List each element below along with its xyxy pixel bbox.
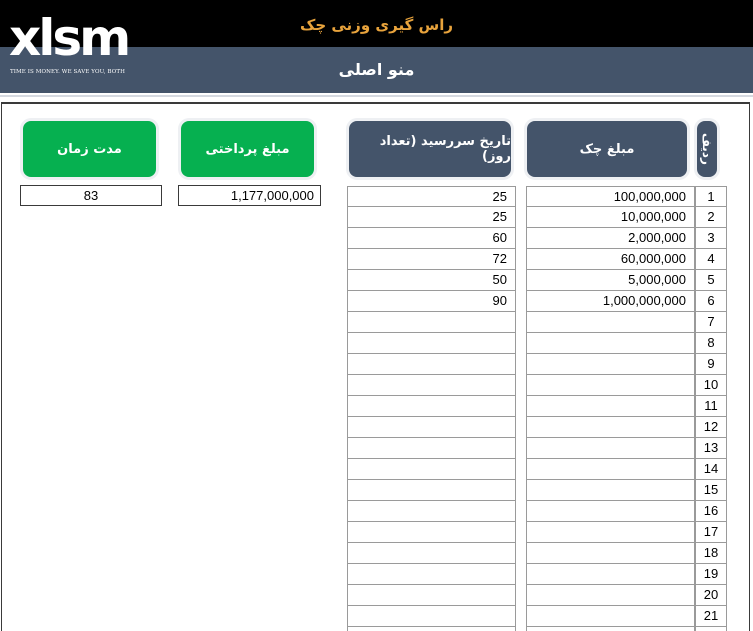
payment-header-label: مبلغ پرداختی <box>205 141 290 157</box>
due-date-column: 25 25 60 72 50 90 <box>347 186 516 631</box>
check-amount-cell[interactable]: 60,000,000 <box>526 249 695 270</box>
check-amount-cell[interactable] <box>526 333 695 354</box>
check-amount-header-button[interactable]: مبلغ چک <box>527 121 687 177</box>
due-date-cell[interactable] <box>347 522 516 543</box>
due-date-cell[interactable]: 90 <box>347 291 516 312</box>
due-date-cell[interactable] <box>347 606 516 627</box>
due-date-cell[interactable] <box>347 417 516 438</box>
due-date-cell[interactable] <box>347 354 516 375</box>
check-amount-cell[interactable] <box>526 354 695 375</box>
due-date-cell[interactable] <box>347 333 516 354</box>
check-amount-cell[interactable] <box>526 564 695 585</box>
due-date-cell[interactable] <box>347 312 516 333</box>
sheet-root: راس گیری وزنی چک منو اصلی xlsm TIME IS M… <box>0 0 753 631</box>
row-number-cell: 17 <box>695 522 727 543</box>
logo-wordmark: xlsm <box>9 9 131 67</box>
row-number-cell: 18 <box>695 543 727 564</box>
row-number-cell: 10 <box>695 375 727 396</box>
check-amount-cell[interactable]: 100,000,000 <box>526 186 695 207</box>
header-divider <box>0 95 753 97</box>
row-number-cell: 21 <box>695 606 727 627</box>
payment-value-cell[interactable]: 1,177,000,000 <box>178 185 321 206</box>
payment-header-button[interactable]: مبلغ پرداختی <box>181 121 314 177</box>
duration-header-label: مدت زمان <box>57 141 122 157</box>
row-number-cell: 20 <box>695 585 727 606</box>
due-date-cell[interactable] <box>347 585 516 606</box>
row-number-cell: 4 <box>695 249 727 270</box>
check-amount-cell[interactable] <box>526 543 695 564</box>
row-number-cell: 7 <box>695 312 727 333</box>
check-amount-cell[interactable] <box>526 417 695 438</box>
due-date-cell[interactable] <box>347 459 516 480</box>
xlsm-logo: xlsm TIME IS MONEY. WE SAVE YOU, BOTH <box>9 9 139 80</box>
row-number-cell: 8 <box>695 333 727 354</box>
due-date-header-label: تاریخ سررسید (تعداد روز) <box>379 134 511 164</box>
duration-value-cell[interactable]: 83 <box>20 185 162 206</box>
row-number-cell: 2 <box>695 207 727 228</box>
check-amount-cell[interactable] <box>526 375 695 396</box>
row-number-header-button[interactable]: ردیف <box>697 121 717 177</box>
check-amount-header-label: مبلغ چک <box>579 141 635 157</box>
check-amount-cell[interactable] <box>526 606 695 627</box>
due-date-header-button[interactable]: تاریخ سررسید (تعداد روز) <box>349 121 511 177</box>
due-date-cell[interactable] <box>347 543 516 564</box>
logo-tagline: TIME IS MONEY. WE SAVE YOU, BOTH <box>10 69 126 75</box>
row-number-cell: 11 <box>695 396 727 417</box>
row-number-cell <box>695 627 727 631</box>
row-number-cell: 6 <box>695 291 727 312</box>
due-date-cell[interactable] <box>347 564 516 585</box>
check-amount-cell[interactable]: 10,000,000 <box>526 207 695 228</box>
due-date-cell[interactable] <box>347 627 516 631</box>
due-date-cell[interactable] <box>347 501 516 522</box>
check-amount-cell[interactable] <box>526 627 695 631</box>
row-number-cell: 16 <box>695 501 727 522</box>
check-amount-cell[interactable]: 1,000,000,000 <box>526 291 695 312</box>
row-number-header-label: ردیف <box>700 133 714 165</box>
check-amount-column: 100,000,000 10,000,000 2,000,000 60,000,000… <box>526 186 695 631</box>
due-date-cell[interactable] <box>347 396 516 417</box>
row-number-cell: 14 <box>695 459 727 480</box>
due-date-cell[interactable]: 72 <box>347 249 516 270</box>
duration-header-button[interactable]: مدت زمان <box>23 121 156 177</box>
check-amount-cell[interactable] <box>526 459 695 480</box>
row-number-cell: 19 <box>695 564 727 585</box>
row-number-cell: 3 <box>695 228 727 249</box>
check-amount-cell[interactable] <box>526 480 695 501</box>
check-amount-cell[interactable] <box>526 501 695 522</box>
row-number-cell: 12 <box>695 417 727 438</box>
check-amount-cell[interactable]: 5,000,000 <box>526 270 695 291</box>
due-date-cell[interactable]: 25 <box>347 186 516 207</box>
check-amount-cell[interactable]: 2,000,000 <box>526 228 695 249</box>
check-amount-cell[interactable] <box>526 396 695 417</box>
due-date-cell[interactable] <box>347 438 516 459</box>
due-date-cell[interactable] <box>347 375 516 396</box>
due-date-cell[interactable]: 50 <box>347 270 516 291</box>
due-date-cell[interactable] <box>347 480 516 501</box>
row-number-cell: 5 <box>695 270 727 291</box>
check-amount-cell[interactable] <box>526 312 695 333</box>
row-number-cell: 15 <box>695 480 727 501</box>
due-date-cell[interactable]: 25 <box>347 207 516 228</box>
check-amount-cell[interactable] <box>526 438 695 459</box>
row-number-cell: 9 <box>695 354 727 375</box>
row-number-cell: 1 <box>695 186 727 207</box>
due-date-cell[interactable]: 60 <box>347 228 516 249</box>
check-amount-cell[interactable] <box>526 522 695 543</box>
row-number-cell: 13 <box>695 438 727 459</box>
row-number-column: 1 2 3 4 5 6 7 8 9 10 11 12 13 14 15 16 17 18 19 20 21 <box>695 186 727 631</box>
check-amount-cell[interactable] <box>526 585 695 606</box>
